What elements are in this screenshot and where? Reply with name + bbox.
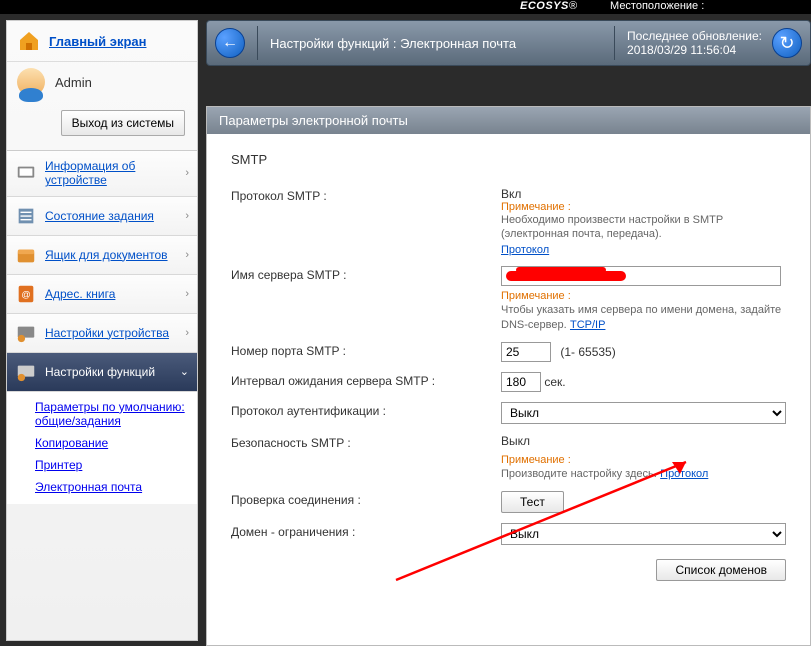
avatar-icon <box>17 68 45 96</box>
breadcrumb: Настройки функций : Электронная почта <box>270 36 602 51</box>
chevron-down-icon: ⌄ <box>180 365 189 378</box>
security-link[interactable]: Протокол <box>660 468 708 480</box>
note-label: Примечание : <box>501 290 786 302</box>
subnav-email[interactable]: Электронная почта <box>35 476 197 498</box>
document-box-icon <box>15 244 37 266</box>
security-label: Безопасность SMTP : <box>231 434 501 450</box>
chevron-right-icon: › <box>185 327 189 339</box>
security-value: Выкл <box>501 434 786 448</box>
home-icon <box>17 29 41 53</box>
nav-device-settings[interactable]: Настройки устройства› <box>7 314 197 353</box>
chevron-right-icon: › <box>185 210 189 222</box>
nav-function-settings[interactable]: Настройки функций⌄ <box>7 353 197 392</box>
job-status-icon <box>15 205 37 227</box>
subnav-list: Параметры по умолчанию: общие/задания Ко… <box>7 392 197 504</box>
port-range: (1- 65535) <box>560 345 615 359</box>
timeout-label: Интервал ожидания сервера SMTP : <box>231 372 501 388</box>
auth-label: Протокол аутентификации : <box>231 402 501 418</box>
nav-list: Информация об устройстве› Состояние зада… <box>7 151 197 392</box>
subnav-defaults[interactable]: Параметры по умолчанию: общие/задания <box>35 396 197 432</box>
sidebar-user: Admin <box>7 62 197 100</box>
subnav-printer[interactable]: Принтер <box>35 454 197 476</box>
test-label: Проверка соединения : <box>231 491 501 507</box>
chevron-right-icon: › <box>185 249 189 261</box>
server-note: Чтобы указать имя сервера по имени домен… <box>501 304 781 331</box>
note-label: Примечание : <box>501 454 786 466</box>
nav-job-status[interactable]: Состояние задания› <box>7 197 197 236</box>
timeout-unit: сек. <box>544 375 565 389</box>
user-name: Admin <box>55 75 92 90</box>
timeout-input[interactable] <box>501 372 541 392</box>
port-input[interactable] <box>501 342 551 362</box>
protocol-link[interactable]: Протокол <box>501 244 549 256</box>
nav-address-book[interactable]: @ Адрес. книга› <box>7 275 197 314</box>
port-label: Номер порта SMTP : <box>231 342 501 358</box>
refresh-button[interactable]: ↻ <box>772 28 802 58</box>
last-update: Последнее обновление: 2018/03/29 11:56:0… <box>627 29 762 57</box>
protocol-note: Необходимо произвести настройки в SMTP (… <box>501 213 786 242</box>
security-note: Производите настройку здесь. <box>501 468 657 480</box>
domain-list-button[interactable]: Список доменов <box>656 559 786 581</box>
sidebar: Главный экран Admin Выход из системы Инф… <box>6 20 198 641</box>
redacted-icon <box>506 267 626 285</box>
server-label: Имя сервера SMTP : <box>231 266 501 282</box>
subnav-copy[interactable]: Копирование <box>35 432 197 454</box>
protocol-label: Протокол SMTP : <box>231 187 501 203</box>
device-info-icon <box>15 162 37 184</box>
domain-select[interactable]: Выкл <box>501 523 786 545</box>
domain-label: Домен - ограничения : <box>231 523 501 539</box>
note-label: Примечание : <box>501 201 786 213</box>
svg-text:@: @ <box>21 289 30 299</box>
back-button[interactable]: ← <box>215 28 245 58</box>
nav-document-box[interactable]: Ящик для документов› <box>7 236 197 275</box>
chevron-right-icon: › <box>185 288 189 300</box>
function-settings-icon <box>15 361 37 383</box>
page-header: ← Настройки функций : Электронная почта … <box>206 20 811 66</box>
nav-device-info[interactable]: Информация об устройстве› <box>7 151 197 197</box>
settings-panel: Параметры электронной почты SMTP Протоко… <box>206 106 811 646</box>
sidebar-home[interactable]: Главный экран <box>7 21 197 62</box>
address-book-icon: @ <box>15 283 37 305</box>
logout-button[interactable]: Выход из системы <box>61 110 185 136</box>
device-settings-icon <box>15 322 37 344</box>
test-button[interactable]: Тест <box>501 491 564 513</box>
chevron-right-icon: › <box>185 167 189 179</box>
section-title: SMTP <box>231 152 786 167</box>
home-link[interactable]: Главный экран <box>49 34 146 49</box>
panel-title: Параметры электронной почты <box>207 107 810 134</box>
auth-select[interactable]: Выкл <box>501 402 786 424</box>
main: ← Настройки функций : Электронная почта … <box>206 20 811 641</box>
brand-logo: ECOSYS <box>520 0 569 12</box>
protocol-value: Вкл <box>501 187 786 201</box>
tcpip-link[interactable]: TCP/IP <box>570 319 605 331</box>
location-label: Местоположение : <box>610 0 704 12</box>
